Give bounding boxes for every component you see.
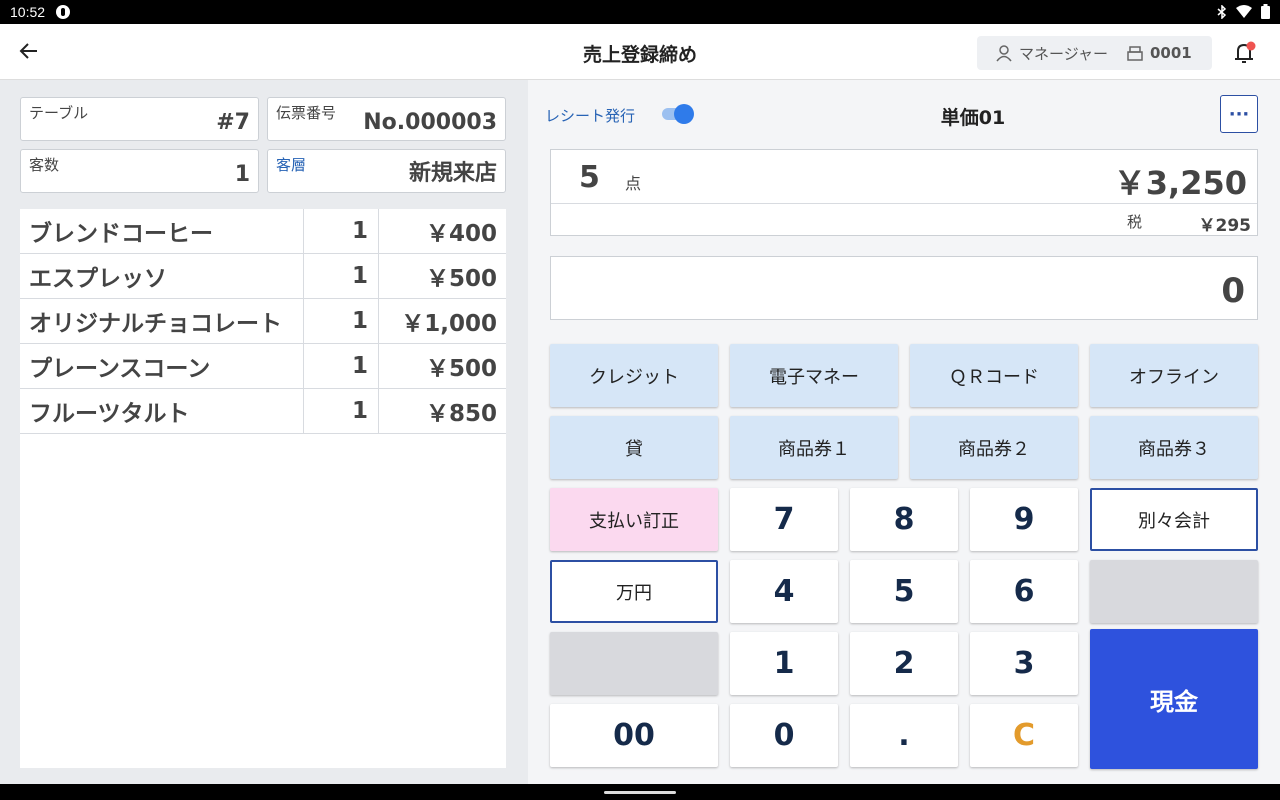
guests-value: 1	[234, 162, 250, 187]
key-9[interactable]: 9	[970, 488, 1078, 551]
item-name: プレーンスコーン	[20, 343, 304, 389]
guests-label: 客数	[29, 156, 60, 174]
system-nav-bar	[0, 784, 1280, 800]
item-table: ブレンドコーヒー 1 ￥400 エスプレッソ 1 ￥500 オリジナルチョコレー…	[20, 209, 506, 434]
key-2[interactable]: 2	[850, 632, 958, 695]
slip-number-label: 伝票番号	[276, 104, 337, 122]
clear-key[interactable]: C	[970, 704, 1078, 767]
voucher-3-button[interactable]: 商品券３	[1090, 416, 1258, 479]
bluetooth-icon	[1217, 4, 1227, 19]
amount-input-value: 0	[1221, 271, 1245, 311]
item-name: フルーツタルト	[20, 388, 304, 434]
key-4[interactable]: 4	[730, 560, 838, 623]
emoney-button[interactable]: 電子マネー	[730, 344, 898, 407]
status-bar: 10:52	[0, 0, 1280, 24]
table-value: #7	[216, 110, 250, 135]
user-register-chip[interactable]: マネージャー 0001	[977, 36, 1212, 70]
offline-button[interactable]: オフライン	[1090, 344, 1258, 407]
cash-button[interactable]: 現金	[1090, 629, 1258, 769]
slip-number-value: No.000003	[363, 110, 497, 135]
bell-icon[interactable]	[1232, 40, 1258, 66]
customer-type-value: 新規来店	[408, 161, 497, 186]
blank-key	[1090, 560, 1258, 623]
key-8[interactable]: 8	[850, 488, 958, 551]
voucher-2-button[interactable]: 商品券２	[910, 416, 1078, 479]
order-panel: テーブル #7 伝票番号 No.000003 客数 1 客層 新規来店 ブレンド…	[0, 80, 528, 784]
home-handle[interactable]	[604, 791, 676, 794]
item-list: ブレンドコーヒー 1 ￥400 エスプレッソ 1 ￥500 オリジナルチョコレー…	[20, 209, 506, 768]
receipt-label: レシート発行	[545, 107, 636, 125]
price-mode-label: 単価01	[940, 107, 1006, 129]
credit-button[interactable]: クレジット	[550, 344, 718, 407]
item-qty: 1	[303, 209, 379, 254]
register-icon	[1127, 46, 1143, 61]
item-price: ￥1,000	[378, 298, 506, 344]
blank-key	[550, 632, 718, 695]
item-qty: 1	[303, 343, 379, 389]
total-amount: ￥3,250	[1113, 164, 1247, 202]
divider	[551, 203, 1257, 204]
customer-type-field[interactable]: 客層 新規来店	[267, 149, 506, 193]
voucher-1-button[interactable]: 商品券１	[730, 416, 898, 479]
table-row[interactable]: フルーツタルト 1 ￥850	[20, 388, 506, 434]
item-name: オリジナルチョコレート	[20, 298, 304, 344]
status-icons	[1217, 4, 1270, 19]
tax-amount: ￥295	[1198, 216, 1252, 236]
item-qty: 1	[303, 388, 379, 434]
user-name: マネージャー	[1019, 44, 1108, 63]
customer-type-label: 客層	[276, 156, 307, 174]
tax-label: 税	[1127, 213, 1143, 231]
notification-icon	[56, 5, 70, 19]
wifi-icon	[1236, 5, 1252, 18]
register-number: 0001	[1149, 44, 1192, 62]
more-options-button[interactable]: ···	[1220, 95, 1258, 133]
item-count: 5	[579, 160, 600, 195]
slip-number-field[interactable]: 伝票番号 No.000003	[267, 97, 506, 141]
receipt-toggle[interactable]	[662, 104, 694, 124]
payment-panel: レシート発行 単価01 ··· 5 点 ￥3,250 税 ￥295 0 クレジッ…	[528, 80, 1280, 784]
table-row[interactable]: プレーンスコーン 1 ￥500	[20, 343, 506, 389]
credit-sale-button[interactable]: 貸	[550, 416, 718, 479]
table-field[interactable]: テーブル #7	[20, 97, 259, 141]
table-row[interactable]: ブレンドコーヒー 1 ￥400	[20, 209, 506, 254]
item-name: ブレンドコーヒー	[20, 209, 304, 254]
table-row[interactable]: オリジナルチョコレート 1 ￥1,000	[20, 298, 506, 344]
clock: 10:52	[10, 4, 46, 20]
toggle-knob	[674, 104, 694, 124]
more-icon: ···	[1228, 103, 1250, 125]
man-yen-button[interactable]: 万円	[550, 560, 718, 623]
app-bar: 売上登録締め マネージャー 0001	[0, 24, 1280, 80]
item-price: ￥850	[378, 388, 506, 434]
table-row[interactable]: エスプレッソ 1 ￥500	[20, 253, 506, 299]
item-count-unit: 点	[625, 174, 642, 193]
key-decimal[interactable]: .	[850, 704, 958, 767]
amount-input[interactable]: 0	[550, 256, 1258, 320]
key-5[interactable]: 5	[850, 560, 958, 623]
user-icon	[996, 45, 1012, 62]
total-display: 5 点 ￥3,250 税 ￥295	[550, 149, 1258, 236]
table-label: テーブル	[29, 104, 89, 122]
payment-correction-button[interactable]: 支払い訂正	[550, 488, 718, 551]
item-qty: 1	[303, 298, 379, 344]
item-name: エスプレッソ	[20, 253, 304, 299]
key-6[interactable]: 6	[970, 560, 1078, 623]
key-3[interactable]: 3	[970, 632, 1078, 695]
key-00[interactable]: 00	[550, 704, 718, 767]
battery-icon	[1261, 4, 1270, 19]
guests-field[interactable]: 客数 1	[20, 149, 259, 193]
item-price: ￥500	[378, 343, 506, 389]
item-price: ￥400	[378, 209, 506, 254]
key-7[interactable]: 7	[730, 488, 838, 551]
key-0[interactable]: 0	[730, 704, 838, 767]
qr-code-button[interactable]: ＱＲコード	[910, 344, 1078, 407]
key-1[interactable]: 1	[730, 632, 838, 695]
notification-badge	[1246, 41, 1256, 51]
item-price: ￥500	[378, 253, 506, 299]
item-qty: 1	[303, 253, 379, 299]
separate-payment-button[interactable]: 別々会計	[1090, 488, 1258, 551]
